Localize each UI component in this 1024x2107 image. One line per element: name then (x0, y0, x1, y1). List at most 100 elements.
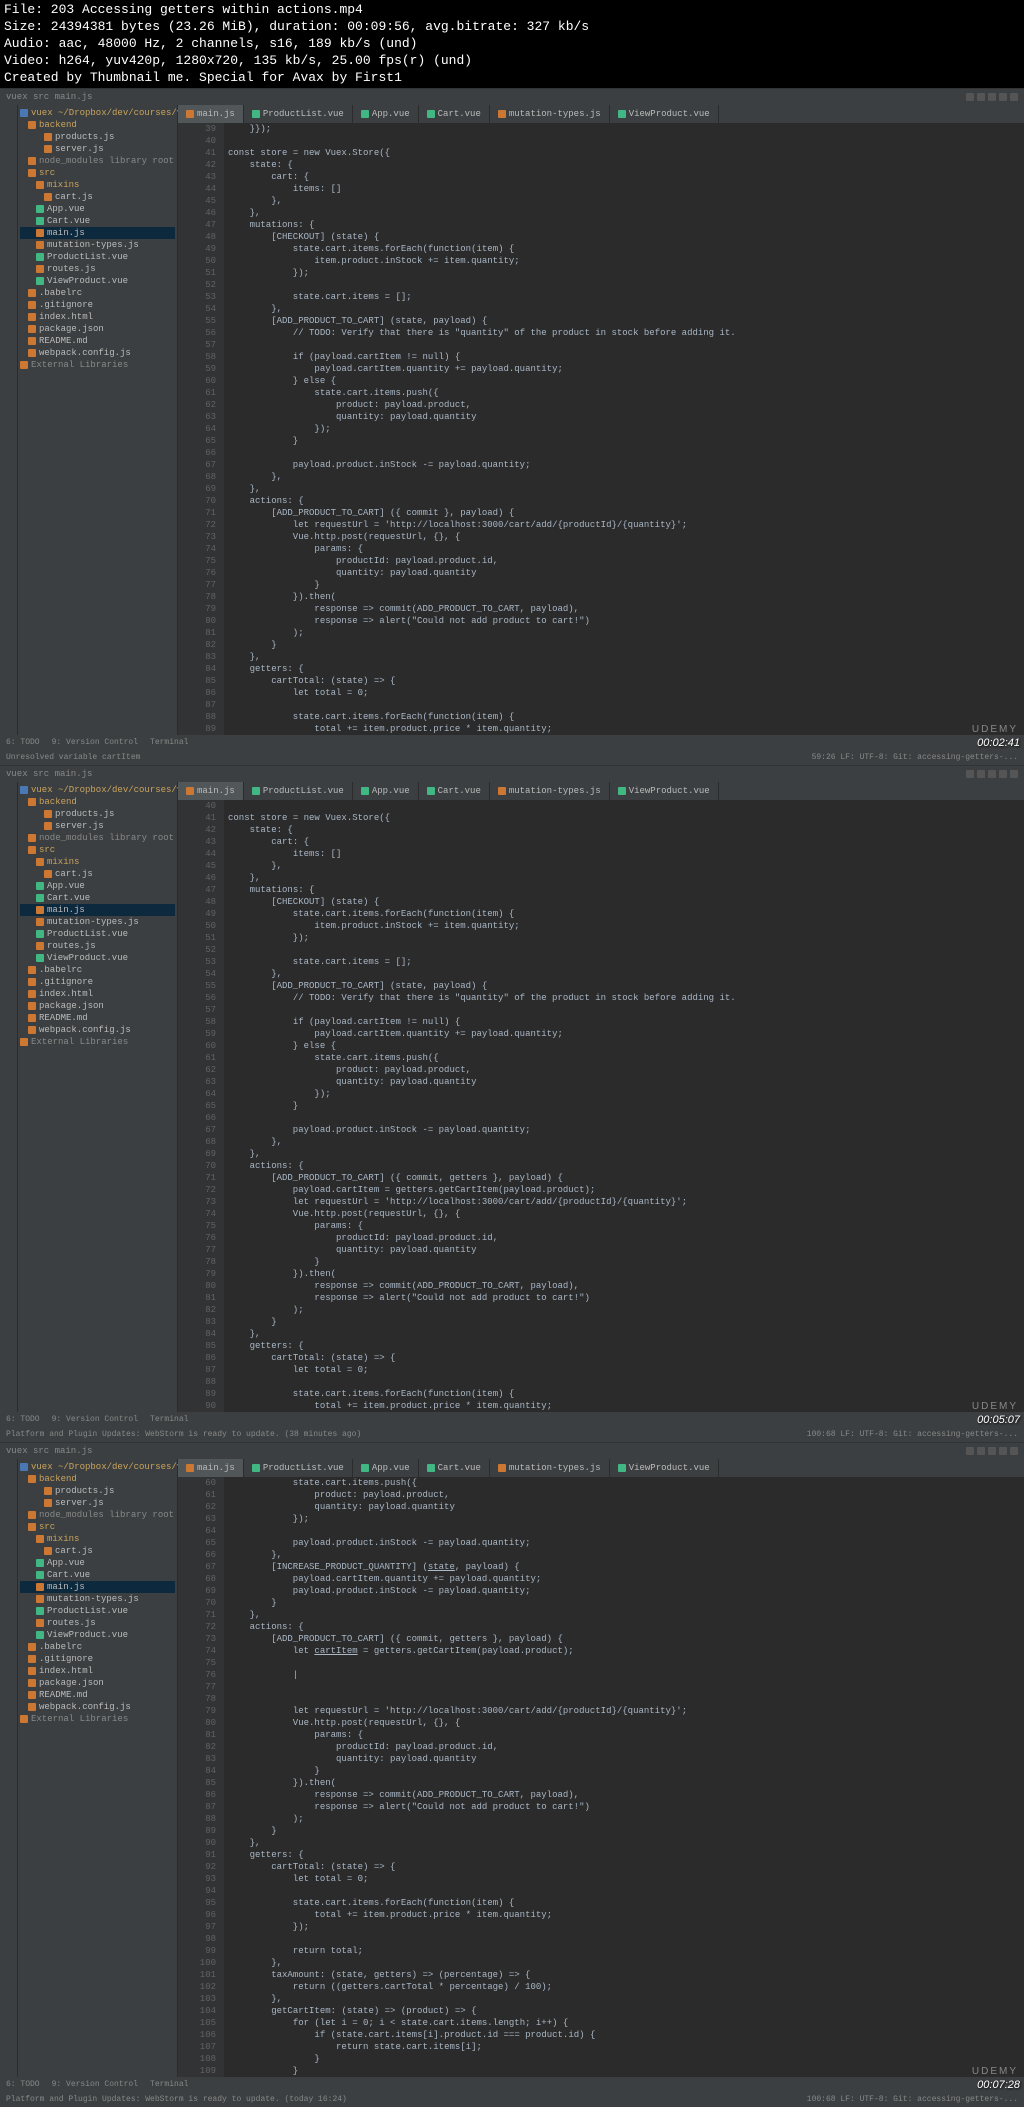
editor-tab[interactable]: Cart.vue (419, 105, 490, 123)
tree-item[interactable]: mutation-types.js (20, 239, 175, 251)
tree-item[interactable]: backend (20, 119, 175, 131)
tree-item[interactable]: index.html (20, 988, 175, 1000)
vc-tab[interactable]: 9: Version Control (52, 1415, 138, 1424)
editor-tab[interactable]: ViewProduct.vue (610, 782, 719, 800)
toolbar-icon[interactable] (1010, 1447, 1018, 1455)
tree-item[interactable]: Cart.vue (20, 215, 175, 227)
tree-item[interactable]: main.js (20, 227, 175, 239)
tree-item[interactable]: Cart.vue (20, 892, 175, 904)
toolbar-icon[interactable] (988, 93, 996, 101)
project-sidebar[interactable]: vuex ~/Dropbox/dev/courses/vuejs/vuex ba… (18, 782, 178, 1412)
editor-tab[interactable]: App.vue (353, 105, 419, 123)
editor-tab[interactable]: Cart.vue (419, 782, 490, 800)
tree-item[interactable]: ViewProduct.vue (20, 952, 175, 964)
tree-item[interactable]: routes.js (20, 1617, 175, 1629)
tree-item[interactable]: webpack.config.js (20, 1024, 175, 1036)
toolbar-icon[interactable] (977, 770, 985, 778)
tree-item[interactable]: main.js (20, 904, 175, 916)
tree-item[interactable]: src (20, 1521, 175, 1533)
tree-item[interactable]: server.js (20, 820, 175, 832)
tree-item[interactable]: cart.js (20, 191, 175, 203)
toolbar-icon[interactable] (1010, 93, 1018, 101)
tree-item[interactable]: cart.js (20, 1545, 175, 1557)
toolbar-icon[interactable] (999, 93, 1007, 101)
tree-item[interactable]: mixins (20, 179, 175, 191)
tree-item[interactable]: mixins (20, 856, 175, 868)
tree-item[interactable]: mutation-types.js (20, 1593, 175, 1605)
terminal-tab[interactable]: Terminal (150, 2080, 188, 2089)
editor-tab[interactable]: main.js (178, 1459, 244, 1477)
toolbar-icon[interactable] (988, 1447, 996, 1455)
line-gutter[interactable]: 6061626364656667686970717273747576777879… (178, 1477, 224, 2077)
tree-item[interactable]: backend (20, 796, 175, 808)
editor-tab[interactable]: ViewProduct.vue (610, 105, 719, 123)
tree-item[interactable]: .gitignore (20, 1653, 175, 1665)
tree-item[interactable]: node_modules library root (20, 155, 175, 167)
toolbar-icon[interactable] (999, 1447, 1007, 1455)
tree-item[interactable]: backend (20, 1473, 175, 1485)
project-sidebar[interactable]: vuex ~/Dropbox/dev/courses/vuejs/vuex ba… (18, 1459, 178, 2077)
toolbar-icon[interactable] (977, 1447, 985, 1455)
tree-item[interactable]: webpack.config.js (20, 1701, 175, 1713)
tree-item[interactable]: External Libraries (20, 359, 175, 371)
tree-item[interactable]: index.html (20, 311, 175, 323)
tree-item[interactable]: routes.js (20, 263, 175, 275)
editor-tab[interactable]: App.vue (353, 782, 419, 800)
vc-tab[interactable]: 9: Version Control (52, 2080, 138, 2089)
line-gutter[interactable]: 4041424344454647484950515253545556575859… (178, 800, 224, 1412)
terminal-tab[interactable]: Terminal (150, 1415, 188, 1424)
vc-tab[interactable]: 9: Version Control (52, 738, 138, 747)
editor-tab[interactable]: main.js (178, 782, 244, 800)
tree-item[interactable]: node_modules library root (20, 832, 175, 844)
tree-item[interactable]: src (20, 844, 175, 856)
tree-item[interactable]: App.vue (20, 880, 175, 892)
tree-item[interactable]: .gitignore (20, 976, 175, 988)
toolbar-icon[interactable] (966, 770, 974, 778)
todo-tab[interactable]: 6: TODO (6, 1415, 40, 1424)
tree-root[interactable]: vuex ~/Dropbox/dev/courses/vuejs/vuex (20, 1461, 175, 1473)
tree-item[interactable]: mixins (20, 1533, 175, 1545)
tree-item[interactable]: index.html (20, 1665, 175, 1677)
project-sidebar[interactable]: vuex ~/Dropbox/dev/courses/vuejs/vuex ba… (18, 105, 178, 735)
tree-item[interactable]: ViewProduct.vue (20, 1629, 175, 1641)
tool-window-bar[interactable] (0, 105, 18, 735)
editor-tab[interactable]: ProductList.vue (244, 105, 353, 123)
tree-item[interactable]: products.js (20, 131, 175, 143)
editor-tab[interactable]: ProductList.vue (244, 1459, 353, 1477)
code-content[interactable]: }}); const store = new Vuex.Store({ stat… (224, 123, 1024, 735)
toolbar-icon[interactable] (966, 93, 974, 101)
tree-item[interactable]: node_modules library root (20, 1509, 175, 1521)
tree-item[interactable]: .gitignore (20, 299, 175, 311)
tree-item[interactable]: .babelrc (20, 1641, 175, 1653)
tree-item[interactable]: ProductList.vue (20, 251, 175, 263)
tree-item[interactable]: routes.js (20, 940, 175, 952)
tree-item[interactable]: README.md (20, 1012, 175, 1024)
tree-item[interactable]: src (20, 167, 175, 179)
tree-item[interactable]: package.json (20, 1677, 175, 1689)
line-gutter[interactable]: 3940414243444546474849505152535455565758… (178, 123, 224, 735)
code-content[interactable]: const store = new Vuex.Store({ state: { … (224, 800, 1024, 1412)
toolbar-icon[interactable] (1010, 770, 1018, 778)
tree-item[interactable]: server.js (20, 1497, 175, 1509)
tool-window-bar[interactable] (0, 782, 18, 1412)
editor-tab[interactable]: App.vue (353, 1459, 419, 1477)
tool-window-bar[interactable] (0, 1459, 18, 2077)
editor-tab[interactable]: ViewProduct.vue (610, 1459, 719, 1477)
tree-root[interactable]: vuex ~/Dropbox/dev/courses/vuejs/vuex (20, 107, 175, 119)
toolbar-icon[interactable] (999, 770, 1007, 778)
tree-item[interactable]: .babelrc (20, 287, 175, 299)
tree-item[interactable]: ProductList.vue (20, 928, 175, 940)
tree-item[interactable]: README.md (20, 335, 175, 347)
tree-item[interactable]: server.js (20, 143, 175, 155)
tree-item[interactable]: products.js (20, 1485, 175, 1497)
tree-item[interactable]: App.vue (20, 203, 175, 215)
todo-tab[interactable]: 6: TODO (6, 738, 40, 747)
tree-item[interactable]: .babelrc (20, 964, 175, 976)
editor-tab[interactable]: ProductList.vue (244, 782, 353, 800)
tree-item[interactable]: README.md (20, 1689, 175, 1701)
tree-item[interactable]: External Libraries (20, 1713, 175, 1725)
editor-tab[interactable]: main.js (178, 105, 244, 123)
terminal-tab[interactable]: Terminal (150, 738, 188, 747)
tree-item[interactable]: cart.js (20, 868, 175, 880)
tree-root[interactable]: vuex ~/Dropbox/dev/courses/vuejs/vuex (20, 784, 175, 796)
